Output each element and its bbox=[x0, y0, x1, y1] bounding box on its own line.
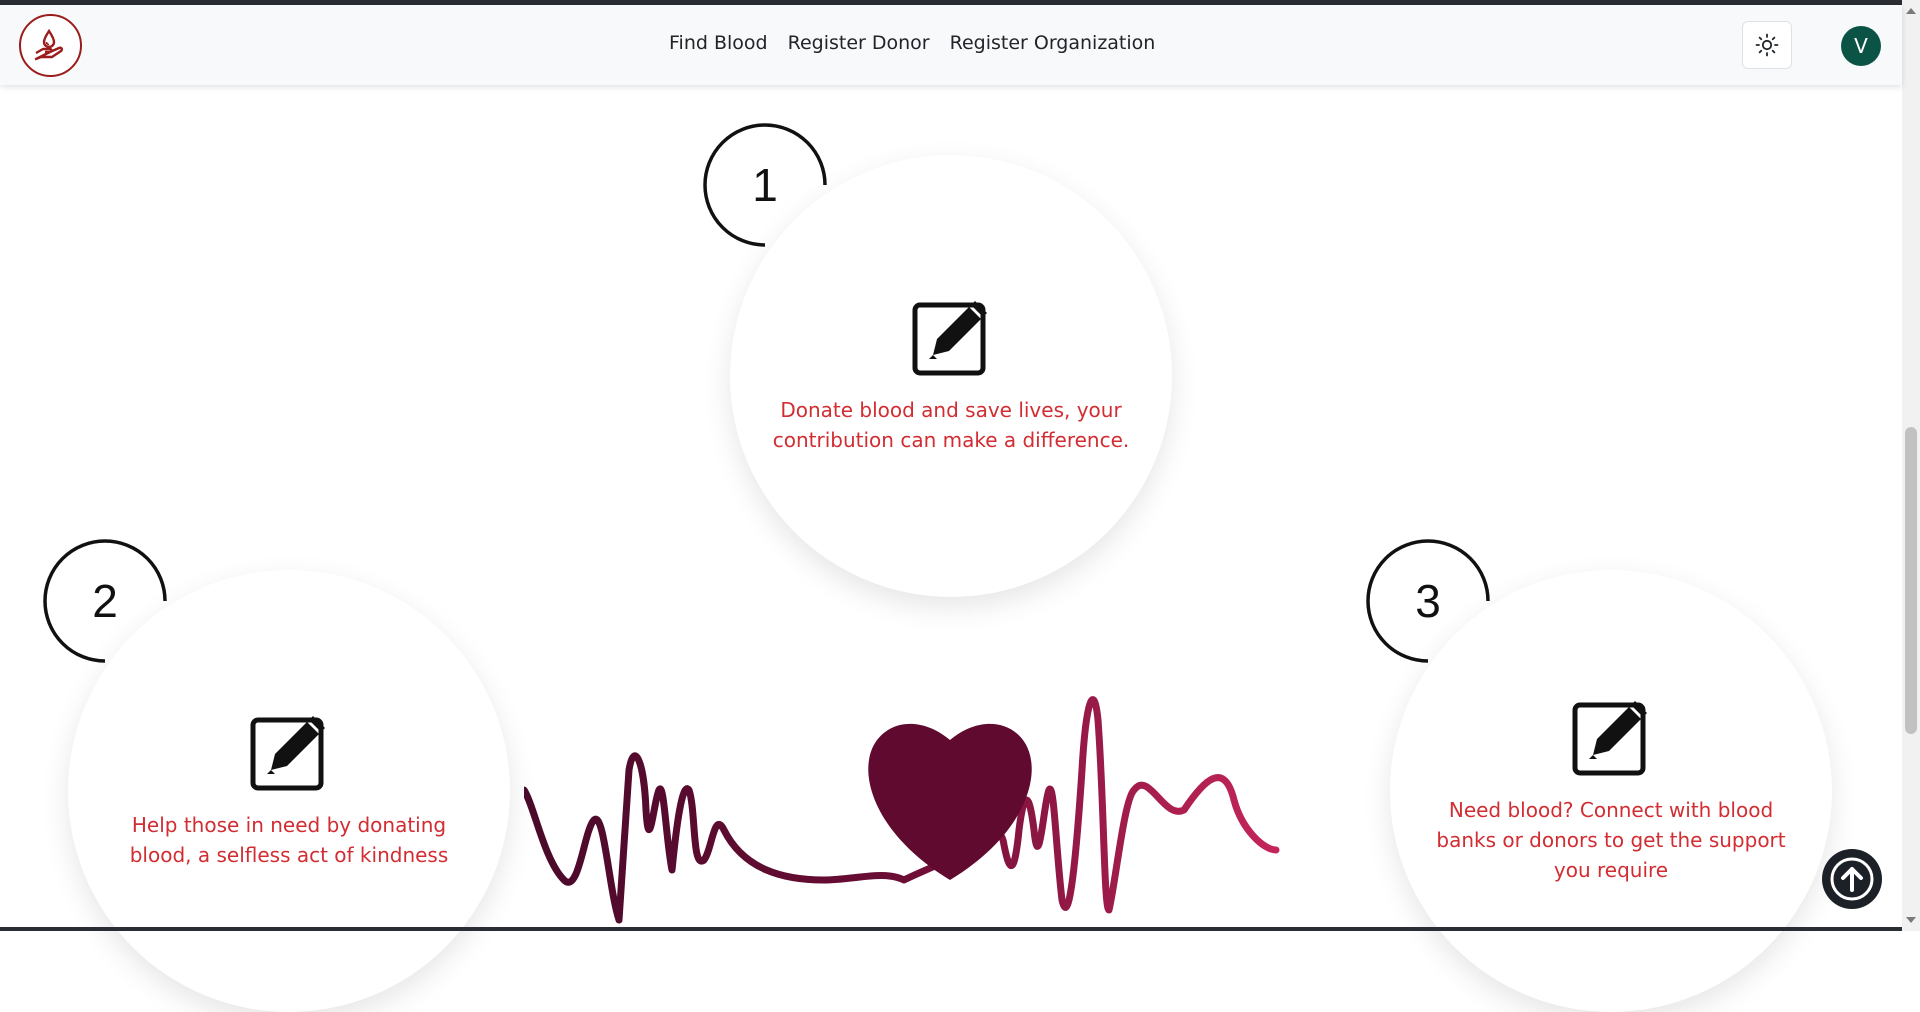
back-to-top-button[interactable] bbox=[1822, 849, 1882, 909]
sun-icon bbox=[1755, 33, 1779, 57]
scroll-up-arrow-icon[interactable] bbox=[1906, 8, 1916, 14]
nav-links: Find Blood Register Donor Register Organ… bbox=[669, 32, 1155, 54]
heartbeat-heart-icon bbox=[524, 696, 1280, 924]
blood-donation-hand-icon bbox=[34, 28, 63, 60]
logo[interactable] bbox=[19, 14, 82, 77]
step-3-text: Need blood? Connect with blood banks or … bbox=[1436, 798, 1786, 882]
step-2-badge: 2 bbox=[43, 539, 167, 663]
scroll-down-arrow-icon[interactable] bbox=[1906, 917, 1916, 923]
arrow-up-circle-icon bbox=[1830, 857, 1874, 901]
user-avatar[interactable]: V bbox=[1841, 26, 1881, 66]
step-1-number: 1 bbox=[752, 159, 778, 211]
navbar: Find Blood Register Donor Register Organ… bbox=[0, 5, 1902, 85]
theme-toggle-button[interactable] bbox=[1742, 21, 1792, 69]
window-bottom-edge bbox=[0, 927, 1902, 931]
step-3-number: 3 bbox=[1415, 575, 1441, 627]
edit-icon bbox=[1572, 701, 1647, 776]
step-2-text: Help those in need by donating blood, a … bbox=[129, 813, 449, 867]
step-1-badge: 1 bbox=[703, 123, 827, 247]
scrollbar-thumb[interactable] bbox=[1905, 427, 1917, 734]
nav-link-register-organization[interactable]: Register Organization bbox=[950, 32, 1156, 54]
vertical-scrollbar[interactable] bbox=[1902, 0, 1920, 931]
step-2-number: 2 bbox=[92, 575, 118, 627]
edit-icon bbox=[912, 301, 987, 376]
step-1-text: Donate blood and save lives, your contri… bbox=[772, 398, 1130, 452]
step-3-badge: 3 bbox=[1366, 539, 1490, 663]
nav-link-find-blood[interactable]: Find Blood bbox=[669, 32, 768, 54]
edit-icon bbox=[250, 716, 325, 791]
nav-link-register-donor[interactable]: Register Donor bbox=[788, 32, 930, 54]
